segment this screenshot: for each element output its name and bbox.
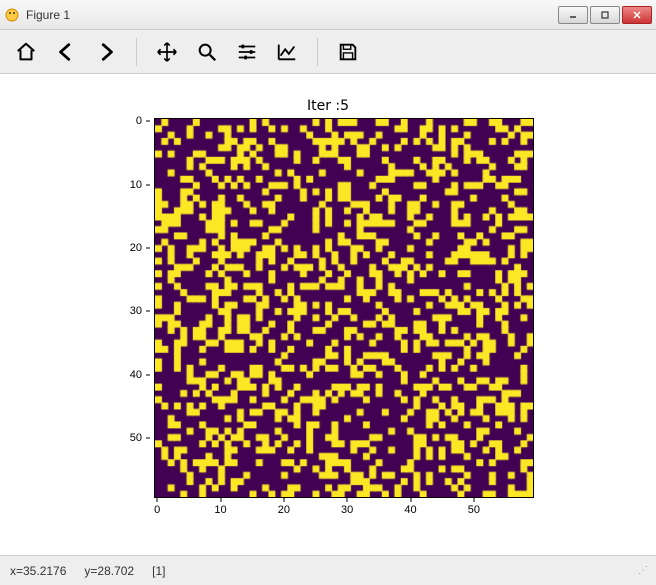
maximize-button[interactable] — [590, 6, 620, 24]
resize-grip[interactable]: ⋰ — [638, 565, 646, 576]
edit-axis-button[interactable] — [269, 34, 305, 70]
toolbar — [0, 30, 656, 74]
status-bar: x=35.2176 y=28.702 [1] ⋰ — [0, 555, 656, 585]
chart-title: Iter :5 — [0, 98, 656, 114]
axes — [154, 118, 534, 498]
chart-line-icon — [276, 41, 298, 63]
back-button[interactable] — [48, 34, 84, 70]
forward-arrow-icon — [95, 41, 117, 63]
zoom-icon — [196, 41, 218, 63]
toolbar-separator — [136, 38, 137, 66]
figure-canvas[interactable]: Iter :5 01020304050 01020304050 — [0, 74, 656, 555]
status-y: y=28.702 — [84, 564, 134, 578]
home-button[interactable] — [8, 34, 44, 70]
minimize-button[interactable] — [558, 6, 588, 24]
x-axis-ticks: 01020304050 — [154, 498, 534, 522]
status-value: [1] — [152, 564, 165, 578]
forward-button[interactable] — [88, 34, 124, 70]
y-axis-ticks: 01020304050 — [118, 118, 150, 498]
window-titlebar: Figure 1 — [0, 0, 656, 30]
sliders-icon — [236, 41, 258, 63]
move-icon — [156, 41, 178, 63]
heatmap-image — [155, 119, 533, 497]
app-icon — [4, 7, 20, 23]
pan-button[interactable] — [149, 34, 185, 70]
home-icon — [15, 41, 37, 63]
configure-subplots-button[interactable] — [229, 34, 265, 70]
zoom-button[interactable] — [189, 34, 225, 70]
close-button[interactable] — [622, 6, 652, 24]
save-icon — [337, 41, 359, 63]
toolbar-separator — [317, 38, 318, 66]
back-arrow-icon — [55, 41, 77, 63]
window-title: Figure 1 — [26, 8, 558, 22]
window-controls — [558, 6, 652, 24]
status-x: x=35.2176 — [10, 564, 66, 578]
save-button[interactable] — [330, 34, 366, 70]
